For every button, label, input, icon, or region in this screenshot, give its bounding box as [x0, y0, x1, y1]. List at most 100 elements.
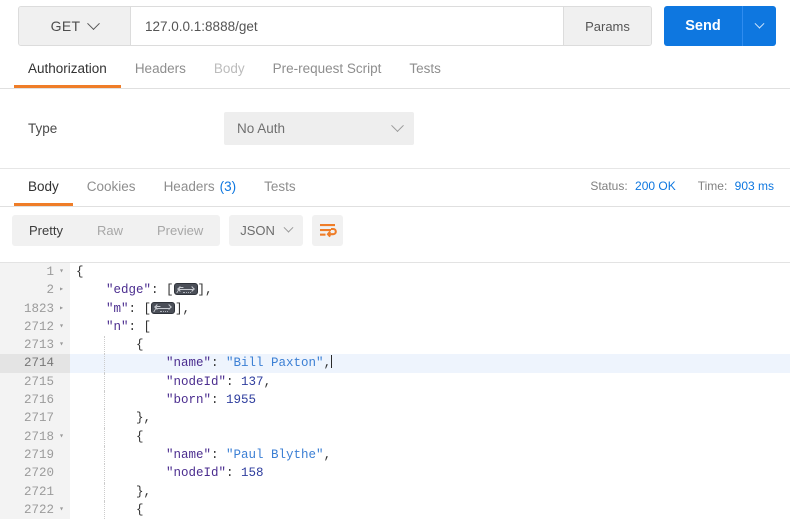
line-number: 2720 [23, 466, 54, 481]
line-number-gutter[interactable]: 2712 ▾ [0, 317, 70, 337]
collapsed-array-badge[interactable] [173, 283, 198, 296]
fold-expanded-icon[interactable]: ▾ [57, 263, 66, 281]
json-punctuation: : [211, 393, 227, 408]
line-number-gutter[interactable]: 2717 [0, 409, 70, 428]
fold-expanded-icon[interactable]: ▾ [57, 336, 66, 354]
line-number-gutter[interactable]: 2720 [0, 464, 70, 483]
tab-label: Authorization [28, 61, 107, 76]
request-tab-headers[interactable]: Headers [121, 52, 200, 88]
request-tab-authorization[interactable]: Authorization [14, 52, 121, 88]
request-tab-pre-request-script[interactable]: Pre-request Script [259, 52, 396, 88]
time-value[interactable]: 903 ms [735, 179, 774, 193]
code-line[interactable]: 1823 ▸ "m": [], [0, 299, 790, 318]
fold-expanded-icon[interactable]: ▾ [57, 318, 66, 336]
line-number-gutter[interactable]: 2719 [0, 445, 70, 465]
json-punctuation: : [211, 447, 227, 462]
send-options-dropdown[interactable] [742, 6, 776, 46]
line-number-gutter[interactable]: 2715 [0, 372, 70, 392]
request-tab-bar: Authorization Headers Body Pre-request Scri… [0, 52, 790, 89]
fold-collapsed-icon[interactable]: ▸ [57, 300, 66, 318]
tab-label: Headers [163, 179, 215, 194]
line-number-gutter[interactable]: 2714 [0, 354, 70, 373]
code-line[interactable]: 1 ▾ { [0, 263, 790, 282]
code-line[interactable]: 2719 "name": "Paul Blythe", [0, 445, 790, 465]
response-tab-cookies[interactable]: Cookies [73, 170, 150, 206]
line-number-gutter[interactable]: 2 ▸ [0, 281, 70, 300]
line-number-gutter[interactable]: 2721 [0, 482, 70, 501]
response-tab-tests[interactable]: Tests [250, 170, 310, 206]
line-number: 2722 [23, 502, 54, 517]
line-number-gutter[interactable]: 2722 ▾ [0, 500, 70, 519]
code-line[interactable]: 2712 ▾ "n": [ [0, 317, 790, 337]
code-line[interactable]: 2717 }, [0, 409, 790, 428]
code-line[interactable]: 2720 "nodeId": 158 [0, 464, 790, 483]
code-line[interactable]: 2716 "born": 1955 [0, 391, 790, 410]
code-line[interactable]: 2722 ▾ { [0, 500, 790, 519]
params-button[interactable]: Params [563, 7, 651, 45]
json-punctuation: : [ [128, 301, 152, 316]
line-number: 2714 [23, 356, 54, 371]
http-method-label: GET [50, 18, 81, 34]
response-format-dropdown[interactable]: JSON [229, 215, 304, 246]
word-wrap-toggle[interactable] [312, 215, 344, 246]
request-url-input[interactable] [131, 7, 563, 45]
http-method-dropdown[interactable]: GET [19, 7, 131, 45]
json-punctuation: ], [197, 283, 213, 298]
line-number-gutter[interactable]: 2718 ▾ [0, 427, 70, 446]
code-text: { [70, 427, 790, 446]
line-number: 2721 [23, 484, 54, 499]
chevron-down-icon [391, 119, 404, 133]
fold-expanded-icon[interactable]: ▾ [57, 501, 66, 519]
line-number-gutter[interactable]: 1 ▾ [0, 263, 70, 282]
json-punctuation: : [ [128, 319, 152, 334]
code-line[interactable]: 2713 ▾ { [0, 336, 790, 355]
json-key: "nodeId" [166, 466, 227, 481]
header-count-badge: (3) [219, 179, 237, 194]
indent-guide [104, 482, 106, 501]
code-line[interactable]: 2714 "name": "Bill Paxton", [0, 354, 790, 373]
code-text: "born": 1955 [70, 391, 790, 410]
line-number: 1 [46, 265, 54, 279]
request-tab-tests[interactable]: Tests [395, 52, 455, 88]
request-tab-body[interactable]: Body [200, 52, 259, 88]
tab-label: Body [28, 179, 59, 194]
request-url-bar: GET Params Send [0, 0, 790, 52]
line-number-gutter[interactable]: 1823 ▸ [0, 299, 70, 318]
json-number: 1955 [226, 393, 257, 408]
tab-label: Tests [409, 61, 441, 76]
line-number: 2716 [23, 393, 54, 408]
code-line[interactable]: 2715 "nodeId": 137, [0, 372, 790, 392]
send-button[interactable]: Send [664, 6, 742, 46]
response-body-code-editor[interactable]: 1 ▾{2 ▸ "edge": [], 1823 ▸ "m": [], 2712 ▾ "n"… [0, 262, 790, 519]
line-number: 2713 [23, 338, 54, 353]
view-mode-raw[interactable]: Raw [80, 215, 140, 246]
fold-expanded-icon[interactable]: ▾ [57, 428, 66, 446]
view-mode-pretty[interactable]: Pretty [12, 215, 80, 246]
line-number-gutter[interactable]: 2716 [0, 391, 70, 410]
view-mode-segmented-control: Pretty Raw Preview [12, 215, 221, 246]
response-format-label: JSON [240, 223, 275, 238]
collapsed-array-badge[interactable] [151, 301, 176, 314]
code-line[interactable]: 2718 ▾ { [0, 427, 790, 446]
code-line[interactable]: 2 ▸ "edge": [], [0, 281, 790, 300]
response-tab-body[interactable]: Body [14, 170, 73, 206]
auth-type-dropdown[interactable]: No Auth [224, 112, 414, 145]
indent-guide [104, 354, 106, 373]
json-key: "n" [106, 319, 129, 334]
response-tab-headers[interactable]: Headers (3) [150, 170, 251, 206]
code-text: }, [70, 409, 790, 428]
code-text: "m": [], [70, 300, 790, 318]
code-line[interactable]: 2721 }, [0, 482, 790, 501]
view-mode-preview[interactable]: Preview [140, 215, 220, 246]
fold-collapsed-icon[interactable]: ▸ [57, 281, 66, 299]
line-number-gutter[interactable]: 2713 ▾ [0, 336, 70, 355]
status-value[interactable]: 200 OK [635, 179, 676, 193]
